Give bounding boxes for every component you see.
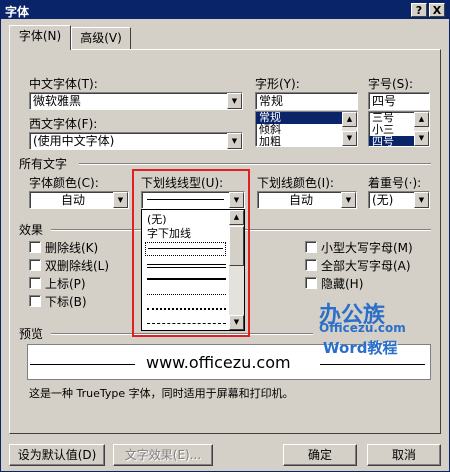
- chevron-down-icon[interactable]: ▼: [113, 192, 128, 208]
- size-label: 字号(S):: [368, 77, 414, 91]
- scroll-down-icon[interactable]: ▼: [342, 131, 357, 146]
- preview-sample-text: www.officezu.com: [146, 353, 291, 372]
- west-font-value: (使用中文字体): [33, 134, 115, 148]
- hidden-label[interactable]: 隐藏(H): [321, 275, 363, 292]
- underline-color-value: 自动: [288, 193, 313, 207]
- chevron-down-icon[interactable]: ▼: [414, 192, 429, 208]
- line-dotted[interactable]: [147, 294, 226, 295]
- dialog-title: 字体: [5, 5, 30, 19]
- watermark-tagline: Word教程: [323, 339, 398, 357]
- line-double[interactable]: [147, 264, 226, 268]
- font-dialog: 字体 ? X 字体(N) 高级(V) 中文字体(T): 微软雅黑 ▼ 西文字体(…: [0, 0, 450, 472]
- hidden-checkbox[interactable]: [305, 277, 317, 289]
- line-dashed[interactable]: [147, 323, 226, 324]
- size-input[interactable]: 四号: [368, 92, 430, 110]
- superscript-checkbox[interactable]: [29, 277, 41, 289]
- emphasis-value: (无): [372, 193, 394, 207]
- size-list[interactable]: 三号 小三 四号 ▲ ▼: [368, 111, 430, 147]
- all-text-heading: 所有文字: [19, 157, 68, 171]
- double-strikethrough-checkbox[interactable]: [29, 259, 41, 271]
- scroll-up-icon[interactable]: ▲: [342, 112, 357, 127]
- close-button[interactable]: X: [429, 3, 445, 17]
- chevron-down-icon[interactable]: ▼: [229, 192, 244, 208]
- set-default-button[interactable]: 设为默认值(D): [9, 444, 105, 466]
- preview-note: 这是一种 TrueType 字体，同时适用于屏幕和打印机。: [29, 387, 294, 400]
- chevron-down-icon[interactable]: ▼: [227, 133, 242, 149]
- ok-button[interactable]: 确定: [283, 444, 357, 466]
- line-dotted-heavy[interactable]: [147, 308, 226, 310]
- scroll-up-icon[interactable]: ▲: [229, 210, 244, 225]
- font-color-select[interactable]: 自动 ▼: [29, 191, 129, 209]
- chevron-down-icon[interactable]: ▼: [227, 93, 242, 109]
- line-single: [148, 248, 223, 249]
- underline-focus-option[interactable]: [145, 242, 226, 256]
- style-list-scrollbar[interactable]: ▲ ▼: [342, 112, 357, 146]
- west-font-select[interactable]: (使用中文字体) ▼: [29, 132, 243, 150]
- underline-style-label: 下划线线型(U):: [141, 176, 224, 190]
- underline-style-select[interactable]: ▼: [141, 191, 245, 209]
- preview-line-left: [30, 364, 135, 365]
- style-list[interactable]: 常规 倾斜 加粗 ▲ ▼: [255, 111, 358, 147]
- cn-font-select[interactable]: 微软雅黑 ▼: [29, 92, 243, 110]
- font-color-value: 自动: [60, 193, 85, 207]
- small-caps-checkbox[interactable]: [305, 241, 317, 253]
- title-bar[interactable]: 字体 ? X: [1, 1, 449, 19]
- style-label: 字形(Y):: [255, 77, 300, 91]
- divider: [51, 333, 313, 335]
- scrollbar-thumb[interactable]: [229, 226, 244, 266]
- cn-font-value: 微软雅黑: [33, 94, 82, 108]
- text-effects-button[interactable]: 文字效果(E)...: [113, 444, 213, 466]
- preview-heading: 预览: [19, 327, 44, 341]
- emphasis-label: 着重号(·):: [368, 176, 422, 190]
- strikethrough-label[interactable]: 删除线(K): [45, 239, 98, 256]
- strikethrough-checkbox[interactable]: [29, 241, 41, 253]
- tab-advanced[interactable]: 高级(V): [71, 27, 131, 49]
- scroll-down-icon[interactable]: ▼: [229, 315, 244, 330]
- underline-color-select[interactable]: 自动 ▼: [257, 191, 357, 209]
- size-list-scrollbar[interactable]: ▲ ▼: [414, 112, 429, 146]
- chevron-down-icon[interactable]: ▼: [341, 192, 356, 208]
- superscript-label[interactable]: 上标(P): [45, 275, 86, 292]
- line-thick[interactable]: [147, 278, 226, 280]
- scroll-up-icon[interactable]: ▲: [414, 112, 429, 127]
- help-button[interactable]: ?: [411, 3, 427, 17]
- subscript-label[interactable]: 下标(B): [45, 293, 87, 310]
- effects-heading: 效果: [19, 223, 44, 237]
- double-strikethrough-label[interactable]: 双删除线(L): [45, 257, 109, 274]
- all-caps-checkbox[interactable]: [305, 259, 317, 271]
- emphasis-select[interactable]: (无) ▼: [368, 191, 430, 209]
- watermark-site: Officezu.com: [319, 321, 406, 335]
- underline-words-option[interactable]: 字下加线: [147, 225, 191, 241]
- small-caps-label[interactable]: 小型大写字母(M): [321, 239, 413, 256]
- style-input[interactable]: 常规: [255, 92, 358, 110]
- tab-font[interactable]: 字体(N): [9, 25, 71, 50]
- divider: [79, 163, 431, 165]
- west-font-label: 西文字体(F):: [29, 117, 98, 131]
- subscript-checkbox[interactable]: [29, 295, 41, 307]
- cn-font-label: 中文字体(T):: [29, 77, 98, 91]
- cancel-button[interactable]: 取消: [367, 444, 441, 466]
- preview-line-right: [320, 364, 425, 365]
- underline-style-current: [147, 199, 224, 200]
- underline-color-label: 下划线颜色(I):: [257, 176, 334, 190]
- font-color-label: 字体颜色(C):: [29, 176, 99, 190]
- all-caps-label[interactable]: 全部大写字母(A): [321, 257, 411, 274]
- underline-style-dropdown[interactable]: (无) 字下加线 ▲ ▼: [141, 209, 245, 331]
- scroll-down-icon[interactable]: ▼: [414, 131, 429, 146]
- underline-dropdown-scrollbar[interactable]: ▲ ▼: [229, 210, 244, 330]
